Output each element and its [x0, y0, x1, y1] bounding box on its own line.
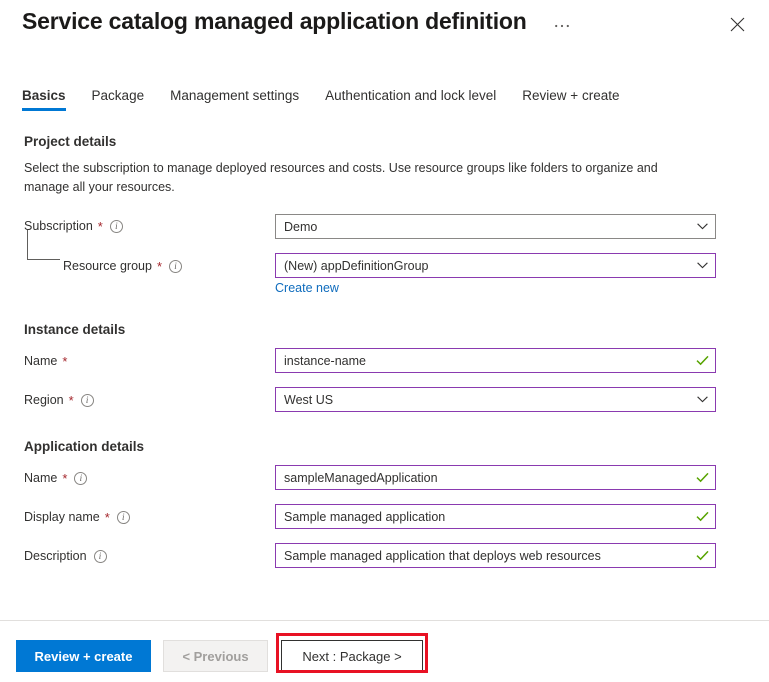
- info-icon[interactable]: i: [110, 220, 123, 233]
- next-package-button[interactable]: Next : Package >: [281, 640, 423, 672]
- project-details-description: Select the subscription to manage deploy…: [24, 159, 684, 197]
- description-label: Description i: [24, 549, 107, 563]
- resource-group-tree-connector: [27, 230, 60, 260]
- ellipsis-icon[interactable]: [549, 13, 575, 39]
- check-icon: [695, 510, 709, 524]
- instance-name-input[interactable]: instance-name: [275, 348, 716, 373]
- display-name-input[interactable]: Sample managed application: [275, 504, 716, 529]
- region-label-text: Region: [24, 393, 64, 407]
- display-name-value: Sample managed application: [284, 510, 691, 524]
- region-value: West US: [284, 393, 691, 407]
- tab-package-label: Package: [92, 88, 145, 103]
- description-label-text: Description: [24, 549, 87, 563]
- required-asterisk: *: [62, 355, 67, 368]
- subscription-value: Demo: [284, 220, 691, 234]
- description-value: Sample managed application that deploys …: [284, 549, 691, 563]
- previous-button: < Previous: [163, 640, 268, 672]
- wizard-tabs: Basics Package Management settings Authe…: [22, 88, 645, 116]
- check-icon: [695, 471, 709, 485]
- required-asterisk: *: [62, 472, 67, 485]
- resource-group-label: Resource group * i: [63, 259, 182, 273]
- tab-basics-label: Basics: [22, 88, 66, 103]
- chevron-down-icon[interactable]: [695, 220, 709, 234]
- info-icon[interactable]: i: [81, 394, 94, 407]
- info-icon[interactable]: i: [169, 260, 182, 273]
- resource-group-value: (New) appDefinitionGroup: [284, 259, 691, 273]
- tab-basics[interactable]: Basics: [22, 88, 66, 111]
- tab-authentication-and-lock-level[interactable]: Authentication and lock level: [325, 88, 496, 111]
- resource-group-label-text: Resource group: [63, 259, 152, 273]
- check-icon: [695, 354, 709, 368]
- tab-review-create[interactable]: Review + create: [522, 88, 619, 111]
- section-title-application-details: Application details: [24, 439, 144, 454]
- section-title-instance-details: Instance details: [24, 322, 125, 337]
- tab-authentication-and-lock-level-label: Authentication and lock level: [325, 88, 496, 103]
- close-icon[interactable]: [722, 9, 752, 39]
- page-title: Service catalog managed application defi…: [22, 8, 527, 35]
- description-input[interactable]: Sample managed application that deploys …: [275, 543, 716, 568]
- instance-name-label: Name *: [24, 354, 67, 368]
- instance-name-label-text: Name: [24, 354, 57, 368]
- tab-management-settings[interactable]: Management settings: [170, 88, 299, 111]
- tab-review-create-label: Review + create: [522, 88, 619, 103]
- application-name-label: Name * i: [24, 471, 87, 485]
- required-asterisk: *: [105, 511, 110, 524]
- tab-management-settings-label: Management settings: [170, 88, 299, 103]
- section-title-project-details: Project details: [24, 134, 116, 149]
- info-icon[interactable]: i: [74, 472, 87, 485]
- create-new-resource-group-link[interactable]: Create new: [275, 281, 339, 295]
- tab-package[interactable]: Package: [92, 88, 145, 111]
- region-dropdown[interactable]: West US: [275, 387, 716, 412]
- instance-name-value: instance-name: [284, 354, 691, 368]
- review-create-button[interactable]: Review + create: [16, 640, 151, 672]
- display-name-label: Display name * i: [24, 510, 130, 524]
- region-label: Region * i: [24, 393, 94, 407]
- blade-header: Service catalog managed application defi…: [0, 0, 769, 62]
- wizard-footer: Review + create < Previous Next : Packag…: [0, 621, 769, 682]
- resource-group-dropdown[interactable]: (New) appDefinitionGroup: [275, 253, 716, 278]
- managed-app-definition-blade: Service catalog managed application defi…: [0, 0, 769, 682]
- application-name-label-text: Name: [24, 471, 57, 485]
- required-asterisk: *: [98, 220, 103, 233]
- display-name-label-text: Display name: [24, 510, 100, 524]
- required-asterisk: *: [157, 260, 162, 273]
- basics-form: Project details Select the subscription …: [0, 126, 769, 620]
- check-icon: [695, 549, 709, 563]
- info-icon[interactable]: i: [94, 550, 107, 563]
- application-name-input[interactable]: sampleManagedApplication: [275, 465, 716, 490]
- required-asterisk: *: [69, 394, 74, 407]
- chevron-down-icon[interactable]: [695, 259, 709, 273]
- chevron-down-icon[interactable]: [695, 393, 709, 407]
- info-icon[interactable]: i: [117, 511, 130, 524]
- application-name-value: sampleManagedApplication: [284, 471, 691, 485]
- subscription-dropdown[interactable]: Demo: [275, 214, 716, 239]
